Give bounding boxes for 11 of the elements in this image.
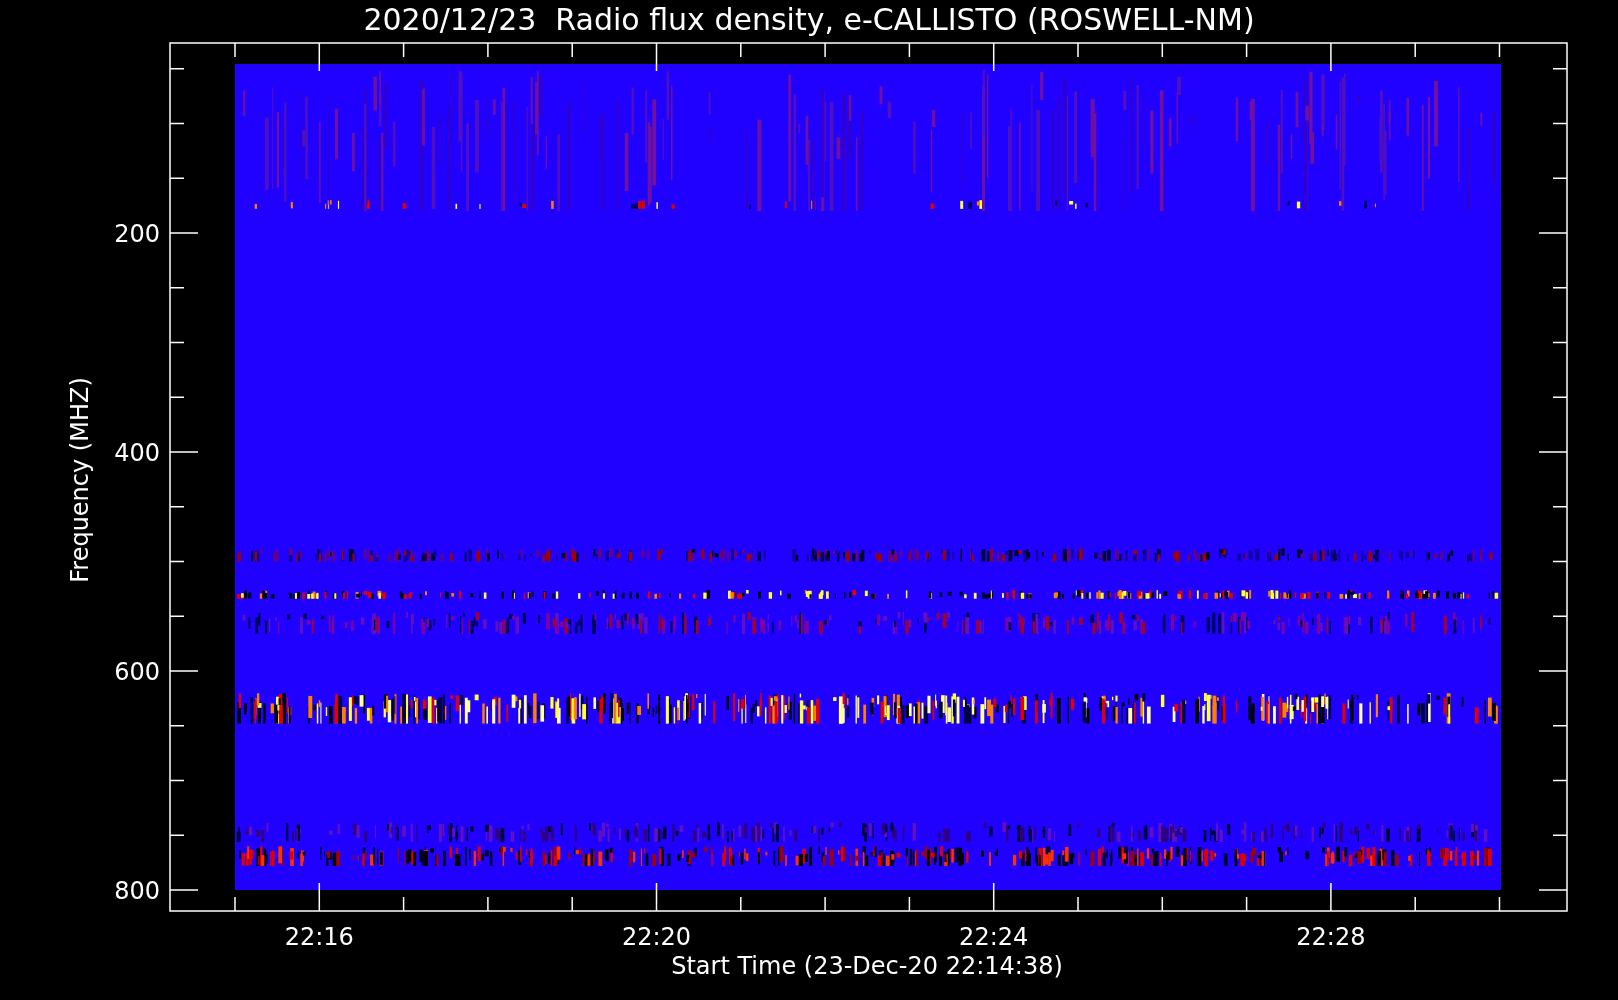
x-tick-label: 22:20 [621, 923, 692, 951]
y-tick-label: 800 [114, 877, 160, 905]
y-tick-label: 200 [114, 220, 160, 248]
y-tick-label: 400 [114, 439, 160, 467]
plot-title: 2020/12/23 Radio flux density, e-CALLISTO (ROSWELL-NM) [363, 2, 1255, 37]
y-axis-label: Frequency (MHZ) [66, 377, 94, 583]
x-tick-label: 22:28 [1296, 923, 1366, 951]
x-axis-label: Start Time (23-Dec-20 22:14:38) [671, 952, 1063, 980]
x-tick-label: 22:16 [284, 923, 354, 951]
y-tick-label: 600 [114, 658, 160, 686]
x-tick-label: 22:24 [959, 923, 1029, 951]
